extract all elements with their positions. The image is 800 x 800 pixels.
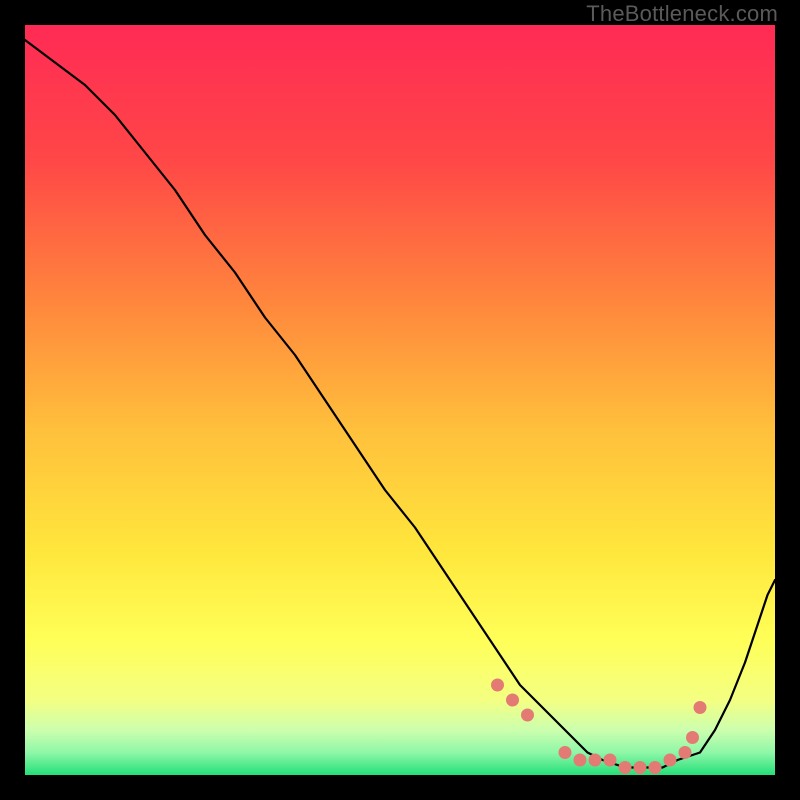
- highlight-dot: [506, 694, 519, 707]
- chart-frame: TheBottleneck.com: [0, 0, 800, 800]
- highlight-dot: [634, 761, 647, 774]
- highlight-dot: [559, 746, 572, 759]
- highlight-dot: [589, 754, 602, 767]
- highlight-dot: [686, 731, 699, 744]
- highlight-dot: [574, 754, 587, 767]
- plot-area: [25, 25, 775, 775]
- highlight-dot: [694, 701, 707, 714]
- highlight-dot: [491, 679, 504, 692]
- highlight-dot: [604, 754, 617, 767]
- highlight-dot: [679, 746, 692, 759]
- highlight-dot: [521, 709, 534, 722]
- highlight-dot: [664, 754, 677, 767]
- watermark-text: TheBottleneck.com: [586, 1, 778, 27]
- highlight-dot: [649, 761, 662, 774]
- gradient-background: [25, 25, 775, 775]
- highlight-dot: [619, 761, 632, 774]
- chart-svg: [25, 25, 775, 775]
